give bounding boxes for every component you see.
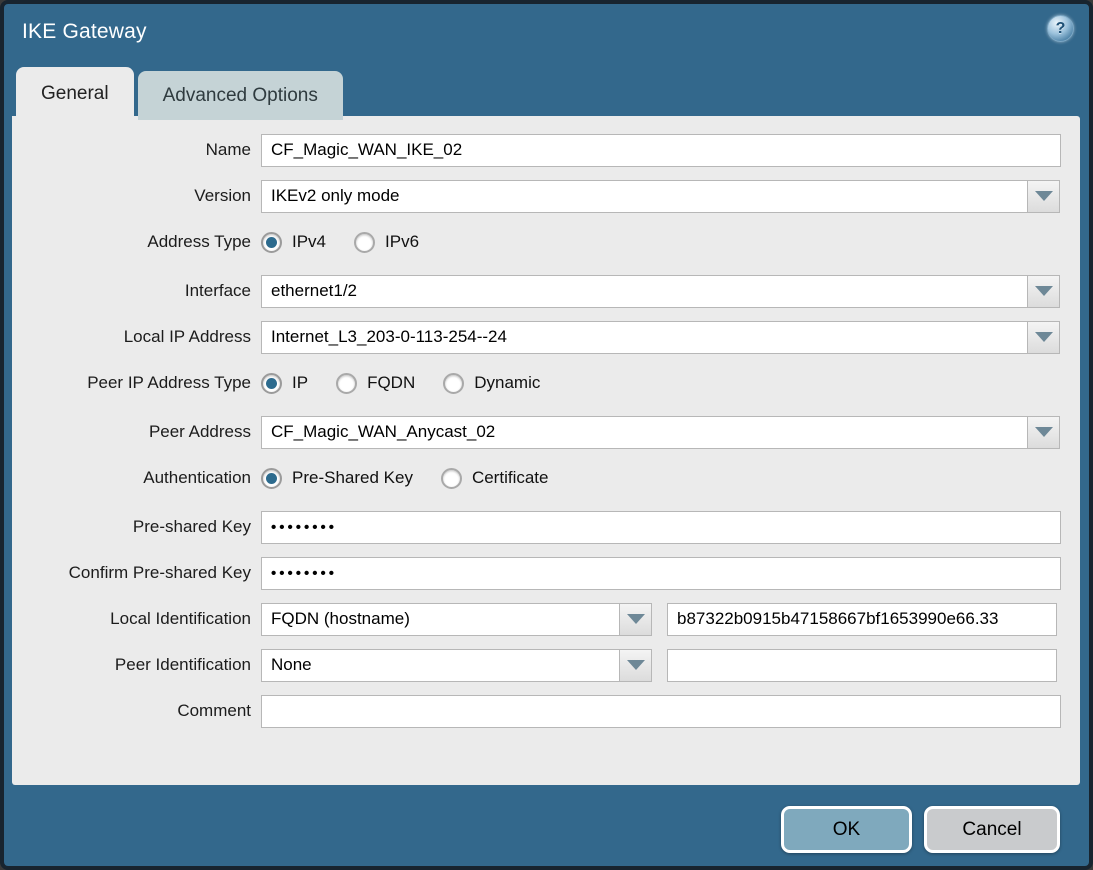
version-combo [261, 180, 1060, 213]
radio-button-icon [443, 373, 464, 394]
radio-peer-fqdn-label: FQDN [367, 373, 415, 393]
peer-identification-dropdown-button[interactable] [619, 649, 652, 682]
radio-ipv6[interactable]: IPv6 [354, 232, 419, 253]
peer-address-label: Peer Address [12, 422, 261, 442]
row-peer-ip-address-type: Peer IP Address Type IP FQDN Dynamic [12, 366, 1080, 400]
cancel-button[interactable]: Cancel [924, 806, 1060, 853]
local-ip-combo [261, 321, 1060, 354]
confirm-preshared-key-label: Confirm Pre-shared Key [12, 563, 261, 583]
radio-peer-dynamic-label: Dynamic [474, 373, 540, 393]
radio-certificate-label: Certificate [472, 468, 549, 488]
radio-button-icon [336, 373, 357, 394]
row-authentication: Authentication Pre-Shared Key Certificat… [12, 461, 1080, 495]
radio-ipv4-label: IPv4 [292, 232, 326, 252]
preshared-key-label: Pre-shared Key [12, 517, 261, 537]
local-ip-address-label: Local IP Address [12, 327, 261, 347]
radio-button-icon [354, 232, 375, 253]
row-confirm-preshared-key: Confirm Pre-shared Key [12, 556, 1080, 590]
chevron-down-icon [627, 614, 645, 624]
local-ip-address-input[interactable] [261, 321, 1028, 354]
peer-identification-value-input[interactable] [667, 649, 1057, 682]
dialog-title: IKE Gateway [22, 20, 147, 44]
row-version: Version [12, 179, 1080, 213]
radio-peer-dynamic[interactable]: Dynamic [443, 373, 540, 394]
peer-address-dropdown-button[interactable] [1027, 416, 1060, 449]
radio-ipv4[interactable]: IPv4 [261, 232, 326, 253]
version-input[interactable] [261, 180, 1028, 213]
local-identification-type-input[interactable] [261, 603, 620, 636]
ok-button[interactable]: OK [781, 806, 912, 853]
radio-peer-ip-label: IP [292, 373, 308, 393]
peer-address-input[interactable] [261, 416, 1028, 449]
row-address-type: Address Type IPv4 IPv6 [12, 225, 1080, 259]
chevron-down-icon [627, 660, 645, 670]
chevron-down-icon [1035, 191, 1053, 201]
interface-label: Interface [12, 281, 261, 301]
general-tab-panel: Name Version Address Type IPv4 IPv6 [12, 116, 1080, 785]
interface-input[interactable] [261, 275, 1028, 308]
radio-certificate[interactable]: Certificate [441, 468, 549, 489]
row-preshared-key: Pre-shared Key [12, 510, 1080, 544]
radio-pre-shared-key[interactable]: Pre-Shared Key [261, 468, 413, 489]
chevron-down-icon [1035, 286, 1053, 296]
peer-address-combo [261, 416, 1060, 449]
row-peer-address: Peer Address [12, 415, 1080, 449]
local-identification-label: Local Identification [12, 609, 261, 629]
titlebar: IKE Gateway ? [4, 4, 1089, 66]
chevron-down-icon [1035, 332, 1053, 342]
preshared-key-input[interactable] [261, 511, 1061, 544]
radio-peer-ip[interactable]: IP [261, 373, 308, 394]
question-mark-glyph: ? [1056, 21, 1066, 37]
tab-advanced-options[interactable]: Advanced Options [138, 71, 343, 120]
peer-identification-label: Peer Identification [12, 655, 261, 675]
interface-dropdown-button[interactable] [1027, 275, 1060, 308]
footer-buttons: OK Cancel [781, 806, 1060, 853]
radio-button-icon [261, 373, 282, 394]
row-name: Name [12, 133, 1080, 167]
peer-identification-type-combo [261, 649, 652, 682]
local-identification-value-input[interactable] [667, 603, 1057, 636]
name-label: Name [12, 140, 261, 160]
interface-combo [261, 275, 1060, 308]
radio-ipv6-label: IPv6 [385, 232, 419, 252]
radio-peer-fqdn[interactable]: FQDN [336, 373, 415, 394]
comment-label: Comment [12, 701, 261, 721]
help-icon[interactable]: ? [1047, 15, 1074, 42]
address-type-label: Address Type [12, 232, 261, 252]
name-input[interactable] [261, 134, 1061, 167]
row-local-identification: Local Identification [12, 602, 1080, 636]
radio-pre-shared-key-label: Pre-Shared Key [292, 468, 413, 488]
peer-identification-type-input[interactable] [261, 649, 620, 682]
authentication-label: Authentication [12, 468, 261, 488]
local-ip-dropdown-button[interactable] [1027, 321, 1060, 354]
peer-ip-address-type-label: Peer IP Address Type [12, 373, 261, 393]
tab-bar: General Advanced Options [16, 67, 343, 120]
radio-button-icon [261, 232, 282, 253]
version-dropdown-button[interactable] [1027, 180, 1060, 213]
comment-input[interactable] [261, 695, 1061, 728]
ike-gateway-dialog: IKE Gateway ? General Advanced Options N… [0, 0, 1093, 870]
tab-general[interactable]: General [16, 67, 134, 120]
row-interface: Interface [12, 274, 1080, 308]
row-comment: Comment [12, 694, 1080, 728]
row-local-ip-address: Local IP Address [12, 320, 1080, 354]
local-identification-dropdown-button[interactable] [619, 603, 652, 636]
confirm-preshared-key-input[interactable] [261, 557, 1061, 590]
row-peer-identification: Peer Identification [12, 648, 1080, 682]
version-label: Version [12, 186, 261, 206]
local-identification-type-combo [261, 603, 652, 636]
chevron-down-icon [1035, 427, 1053, 437]
radio-button-icon [441, 468, 462, 489]
radio-button-icon [261, 468, 282, 489]
